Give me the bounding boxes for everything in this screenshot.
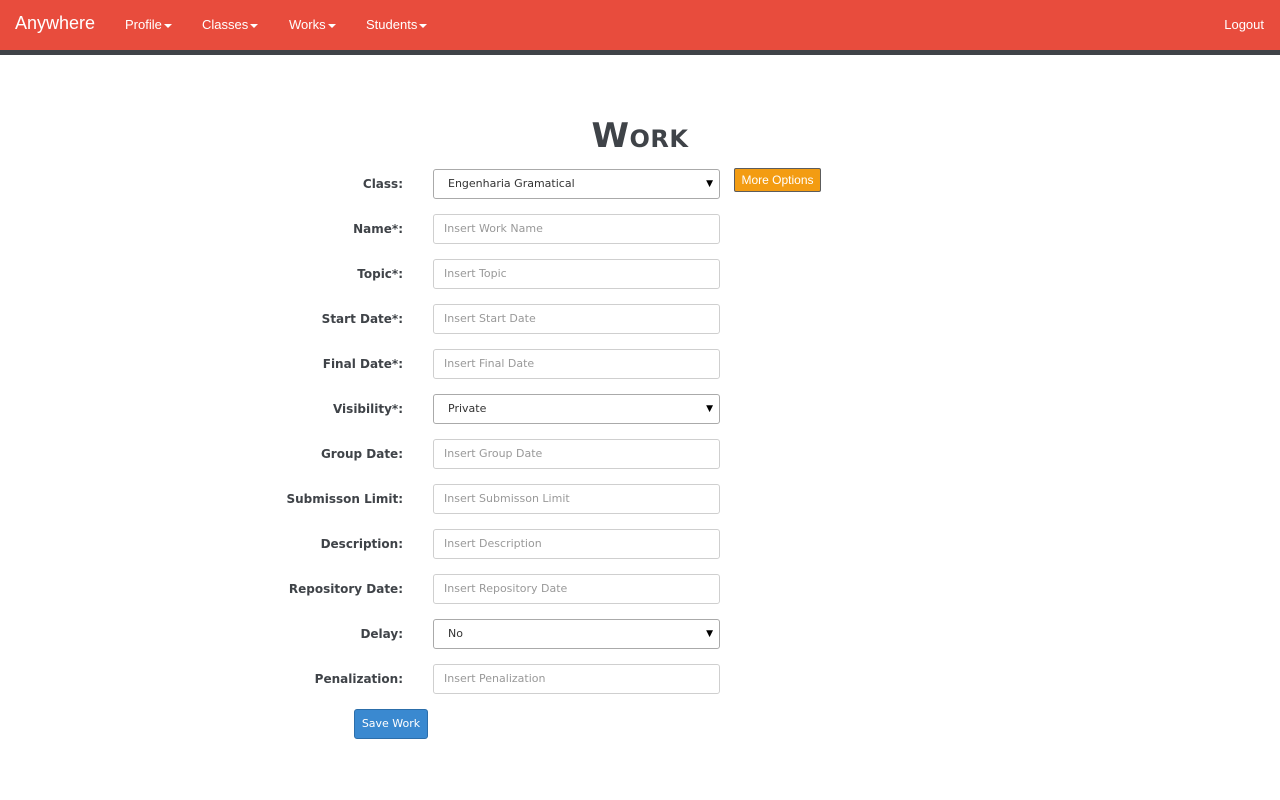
logout-link[interactable]: Logout [1224, 17, 1264, 32]
final-date-label: Final Date*: [322, 357, 403, 371]
start-date-label: Start Date*: [321, 312, 403, 326]
submission-limit-label: Submisson Limit: [286, 492, 403, 506]
description-input[interactable]: Insert Description [433, 529, 720, 559]
top-navbar: Anywhere Profile Classes Works Students … [0, 0, 1280, 55]
nav-classes-label: Classes [202, 17, 249, 32]
visibility-select[interactable]: Private ▼ [433, 394, 720, 424]
nav-classes-dropdown[interactable]: Classes [202, 17, 259, 32]
class-label: Class: [362, 177, 403, 191]
group-date-label: Group Date: [320, 447, 403, 461]
description-label: Description: [320, 537, 403, 551]
delay-select[interactable]: No ▼ [433, 619, 720, 649]
repository-date-input[interactable]: Insert Repository Date [433, 574, 720, 604]
visibility-select-value: Private [448, 402, 487, 415]
repository-date-label: Repository Date: [288, 582, 403, 596]
nav-works-dropdown[interactable]: Works [289, 17, 336, 32]
name-input[interactable]: Insert Work Name [433, 214, 720, 244]
topic-input[interactable]: Insert Topic [433, 259, 720, 289]
name-label: Name*: [353, 222, 403, 236]
delay-select-value: No [448, 627, 463, 640]
topic-label: Topic*: [357, 267, 403, 281]
penalization-input[interactable]: Insert Penalization [433, 664, 720, 694]
penalization-label: Penalization: [314, 672, 403, 686]
group-date-input[interactable]: Insert Group Date [433, 439, 720, 469]
nav-profile-dropdown[interactable]: Profile [125, 17, 172, 32]
nav-works-label: Works [289, 17, 326, 32]
brand-link[interactable]: Anywhere [15, 13, 95, 34]
select-arrow-icon: ▼ [706, 179, 713, 189]
caret-down-icon [327, 23, 336, 28]
class-select[interactable]: Engenharia Gramatical ▼ [433, 169, 720, 199]
caret-down-icon [419, 23, 428, 28]
delay-label: Delay: [360, 627, 403, 641]
select-arrow-icon: ▼ [706, 404, 713, 414]
final-date-input[interactable]: Insert Final Date [433, 349, 720, 379]
caret-down-icon [250, 23, 259, 28]
class-select-value: Engenharia Gramatical [448, 177, 575, 190]
caret-down-icon [163, 23, 172, 28]
save-work-button[interactable]: Save Work [354, 709, 428, 739]
nav-students-label: Students [366, 17, 418, 32]
nav-students-dropdown[interactable]: Students [366, 17, 428, 32]
nav-profile-label: Profile [125, 17, 162, 32]
select-arrow-icon: ▼ [706, 629, 713, 639]
start-date-input[interactable]: Insert Start Date [433, 304, 720, 334]
page-title: Work [591, 116, 689, 156]
submission-limit-input[interactable]: Insert Submisson Limit [433, 484, 720, 514]
visibility-label: Visibility*: [332, 402, 403, 416]
more-options-button[interactable]: More Options [734, 168, 821, 192]
